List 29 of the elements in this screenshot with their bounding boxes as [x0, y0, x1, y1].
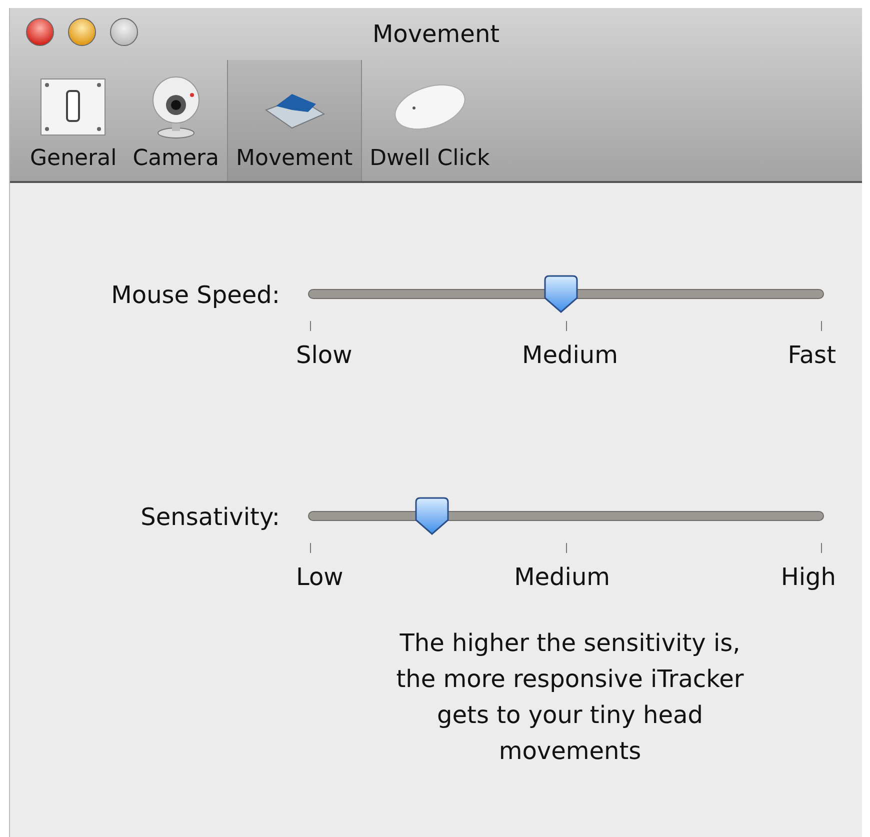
slider[interactable] — [308, 275, 824, 313]
tick-label: Slow — [296, 340, 352, 371]
tick-label: Medium — [514, 562, 610, 593]
slider-label: Sensativity: — [140, 502, 280, 533]
tick-mark — [310, 321, 311, 331]
slider-thumb[interactable] — [544, 275, 578, 313]
close-button[interactable] — [26, 18, 54, 46]
minimize-button[interactable] — [68, 18, 96, 46]
tick-mark — [310, 543, 311, 553]
toolbar-tab[interactable]: General — [22, 60, 125, 181]
tick-mark — [821, 543, 822, 553]
slider[interactable] — [308, 497, 824, 535]
tick-label: Low — [296, 562, 344, 593]
tick-label: Fast — [788, 340, 836, 371]
slider-track[interactable] — [308, 511, 824, 521]
window-title: Movement — [372, 19, 500, 50]
tick-mark — [821, 321, 822, 331]
description-text: The higher the sensitivity is, the more responsive iTracker gets to your tiny head movements — [395, 628, 745, 767]
slider-track[interactable] — [308, 289, 824, 299]
tick-label: Medium — [522, 340, 618, 371]
toolbar-tab[interactable]: Movement — [227, 60, 362, 181]
switch-icon — [40, 78, 106, 136]
zoom-button[interactable] — [110, 18, 138, 46]
toolbar-tab[interactable]: Camera — [124, 60, 228, 181]
toolbar-tab[interactable]: Dwell Click — [362, 60, 498, 181]
tick-label: High — [780, 562, 836, 593]
slider-label: Mouse Speed: — [111, 280, 280, 311]
mouse-icon — [392, 82, 468, 132]
slider-thumb[interactable] — [414, 497, 449, 535]
